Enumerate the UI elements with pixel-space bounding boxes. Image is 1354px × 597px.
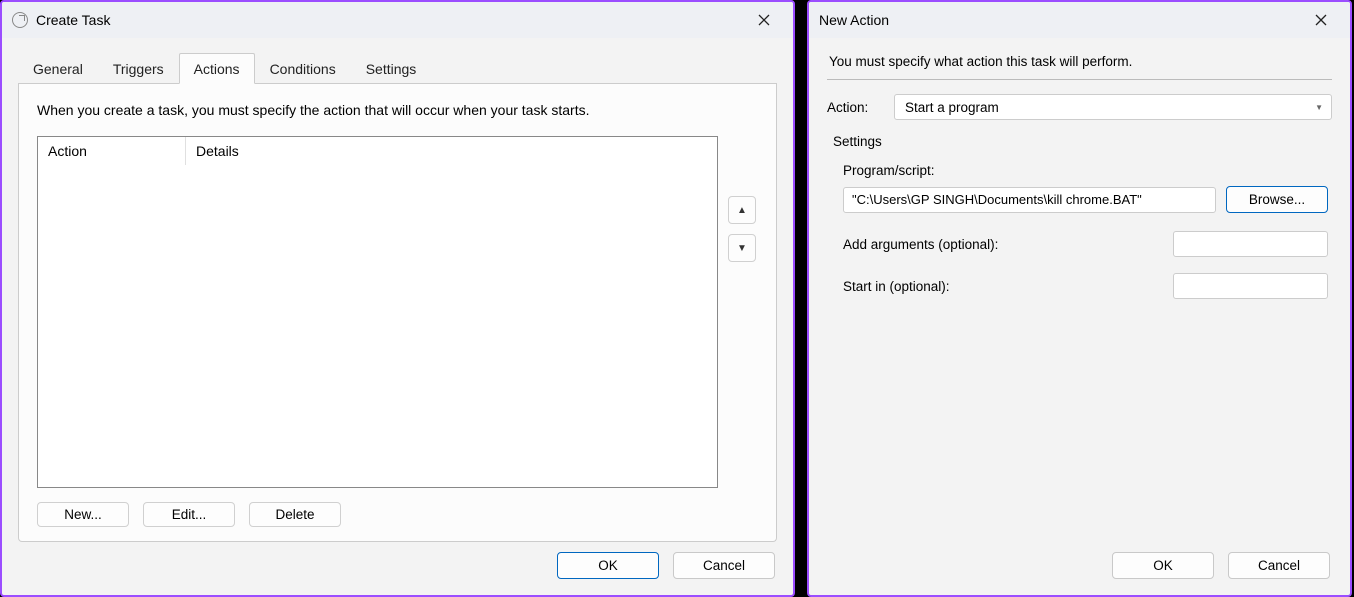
actions-table[interactable]: Action Details	[37, 136, 718, 488]
dialog-buttons: OK Cancel	[18, 542, 777, 581]
arguments-row: Add arguments (optional):	[843, 231, 1328, 257]
move-down-button[interactable]: ▼	[728, 234, 756, 262]
program-row: Browse...	[843, 186, 1328, 213]
tab-pane-actions: When you create a task, you must specify…	[18, 84, 777, 542]
settings-group: Program/script: Browse... Add arguments …	[827, 163, 1332, 315]
description-text: When you create a task, you must specify…	[37, 102, 758, 118]
program-input[interactable]	[843, 187, 1216, 213]
new-button[interactable]: New...	[37, 502, 129, 527]
new-action-window: New Action You must specify what action …	[807, 0, 1352, 597]
close-icon	[1315, 14, 1327, 26]
cancel-button[interactable]: Cancel	[673, 552, 775, 579]
titlebar-left: Create Task	[12, 12, 110, 28]
dialog-buttons: OK Cancel	[827, 542, 1332, 581]
titlebar: Create Task	[2, 2, 793, 38]
grid-row: Action Details ▲ ▼	[37, 136, 758, 488]
content: General Triggers Actions Conditions Sett…	[2, 38, 793, 595]
tab-conditions[interactable]: Conditions	[255, 53, 351, 84]
close-button[interactable]	[1300, 5, 1342, 35]
action-select[interactable]: Start a program ▼	[894, 94, 1332, 120]
edit-button[interactable]: Edit...	[143, 502, 235, 527]
create-task-window: Create Task General Triggers Actions Con…	[0, 0, 795, 597]
chevron-up-icon: ▲	[737, 205, 747, 216]
startin-input[interactable]	[1173, 273, 1328, 299]
ok-button[interactable]: OK	[1112, 552, 1214, 579]
col-action[interactable]: Action	[38, 137, 186, 165]
startin-row: Start in (optional):	[843, 273, 1328, 299]
tab-settings[interactable]: Settings	[351, 53, 432, 84]
ok-button[interactable]: OK	[557, 552, 659, 579]
program-label: Program/script:	[843, 163, 1328, 178]
window-title: Create Task	[36, 12, 110, 28]
cancel-button[interactable]: Cancel	[1228, 552, 1330, 579]
startin-label: Start in (optional):	[843, 279, 950, 294]
col-details[interactable]: Details	[186, 137, 717, 165]
tab-triggers[interactable]: Triggers	[98, 53, 179, 84]
tab-actions[interactable]: Actions	[179, 53, 255, 84]
action-buttons: New... Edit... Delete	[37, 502, 758, 527]
arguments-input[interactable]	[1173, 231, 1328, 257]
reorder-arrows: ▲ ▼	[728, 136, 758, 488]
tab-general[interactable]: General	[18, 53, 98, 84]
tabs: General Triggers Actions Conditions Sett…	[18, 52, 777, 84]
table-header: Action Details	[38, 137, 717, 165]
clock-icon	[12, 12, 28, 28]
titlebar: New Action	[809, 2, 1350, 38]
content: You must specify what action this task w…	[809, 38, 1350, 595]
close-icon	[758, 14, 770, 26]
close-button[interactable]	[743, 5, 785, 35]
action-select-value: Start a program	[905, 100, 999, 115]
arguments-label: Add arguments (optional):	[843, 237, 998, 252]
chevron-down-icon: ▼	[737, 243, 747, 254]
titlebar-left: New Action	[819, 12, 889, 28]
window-title: New Action	[819, 12, 889, 28]
instruction-text: You must specify what action this task w…	[827, 50, 1332, 80]
action-field: Action: Start a program ▼	[827, 94, 1332, 120]
table-body[interactable]	[38, 165, 717, 487]
action-label: Action:	[827, 100, 882, 115]
delete-button[interactable]: Delete	[249, 502, 341, 527]
move-up-button[interactable]: ▲	[728, 196, 756, 224]
settings-group-label: Settings	[833, 134, 1332, 149]
browse-button[interactable]: Browse...	[1226, 186, 1328, 213]
chevron-down-icon: ▼	[1315, 103, 1323, 112]
